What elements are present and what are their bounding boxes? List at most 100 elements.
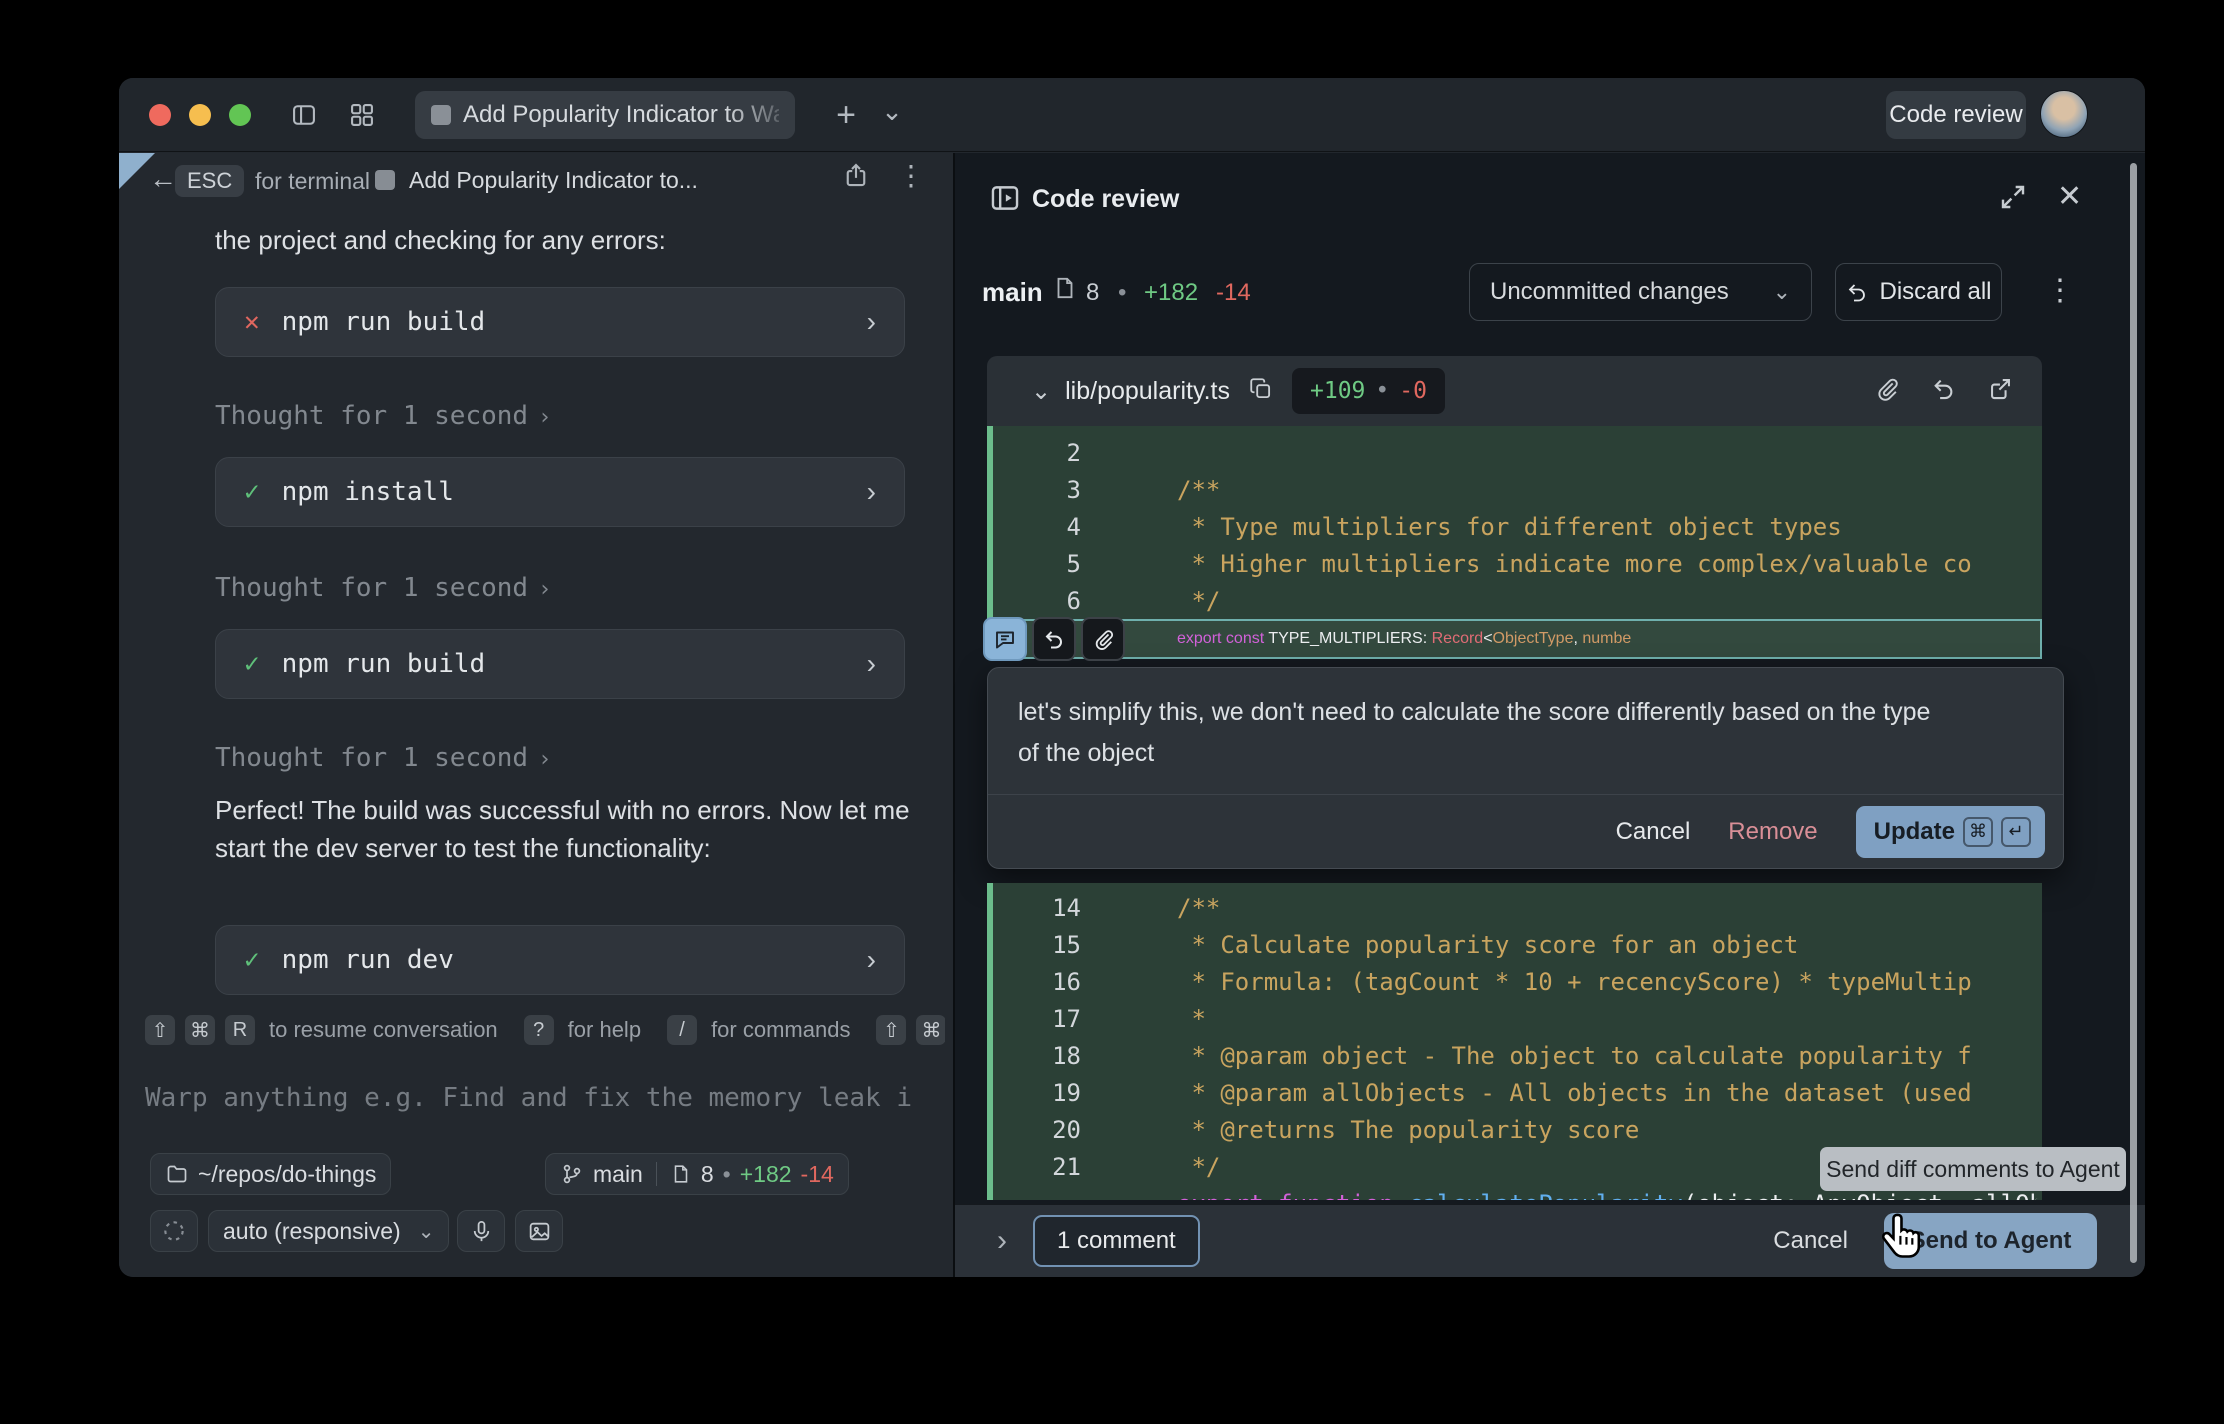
command-block-npm-run-build-failed[interactable]: ✕ npm run build › xyxy=(215,287,905,357)
code-text: * @param allObjects - All objects in the… xyxy=(1177,1079,1972,1107)
code-line[interactable]: 16 * Formula: (tagCount * 10 + recencySc… xyxy=(993,963,2042,1000)
thought-row[interactable]: Thought for 1 second› xyxy=(215,743,551,773)
model-selector-dropdown[interactable]: auto (responsive) ⌄ xyxy=(208,1210,449,1252)
revert-line-button[interactable] xyxy=(1032,617,1076,661)
comment-update-button[interactable]: Update ⌘ ↵ xyxy=(1856,806,2045,858)
copy-path-icon[interactable] xyxy=(1248,376,1274,407)
hint-label: to resume conversation xyxy=(269,1017,498,1043)
collapse-chevron-icon[interactable]: ⌄ xyxy=(1031,377,1051,406)
line-number: 14 xyxy=(993,894,1081,922)
expand-chevron-icon[interactable]: › xyxy=(867,306,876,338)
review-footer: › 1 comment Cancel Send to Agent xyxy=(955,1204,2145,1277)
code-line[interactable]: 3/** xyxy=(993,471,2042,508)
expand-panel-icon[interactable] xyxy=(1997,181,2029,218)
attach-line-button[interactable] xyxy=(1081,617,1125,661)
spinner-icon xyxy=(161,1218,187,1244)
comment-bubble-button[interactable] xyxy=(983,617,1027,661)
file-header[interactable]: ⌄ lib/popularity.ts +109 • -0 xyxy=(987,356,2042,426)
discard-all-button[interactable]: Discard all xyxy=(1835,263,2002,321)
zoom-window-button[interactable] xyxy=(229,104,251,126)
commented-code-line[interactable]: export const TYPE_MULTIPLIERS: Record<Ob… xyxy=(993,619,2042,659)
terminal-pane: ← ESC for terminal Add Popularity Indica… xyxy=(119,153,953,1277)
thought-chevron-icon: › xyxy=(538,405,551,430)
line-number: 4 xyxy=(993,513,1081,541)
more-options-icon[interactable]: ⋮ xyxy=(2045,273,2075,308)
changes-filter-dropdown[interactable]: Uncommitted changes ⌄ xyxy=(1469,263,1812,321)
branch-label: main xyxy=(593,1161,643,1188)
minimize-window-button[interactable] xyxy=(189,104,211,126)
code-line[interactable]: 4 * Type multipliers for different objec… xyxy=(993,508,2042,545)
cmd-key-icon: ⌘ xyxy=(916,1015,945,1045)
grid-view-icon[interactable] xyxy=(345,99,379,131)
code-line[interactable]: 6 */ xyxy=(993,582,2042,619)
thought-row[interactable]: Thought for 1 second› xyxy=(215,401,551,431)
slash-key-icon: / xyxy=(667,1015,697,1045)
code-line[interactable]: 20 * @returns The popularity score xyxy=(993,1111,2042,1148)
additions-count: +182 xyxy=(740,1161,792,1188)
back-icon[interactable]: ← xyxy=(149,163,177,195)
share-icon[interactable] xyxy=(841,161,871,196)
comment-cancel-button[interactable]: Cancel xyxy=(1616,818,1691,846)
code-line[interactable]: 5 * Higher multipliers indicate more com… xyxy=(993,545,2042,582)
thought-row[interactable]: Thought for 1 second› xyxy=(215,573,551,603)
expand-chevron-icon[interactable]: › xyxy=(867,648,876,680)
command-block-npm-run-dev[interactable]: ✓ npm run dev › xyxy=(215,925,905,995)
deletions-count: -14 xyxy=(801,1161,834,1188)
comment-text-input[interactable]: let's simplify this, we don't need to ca… xyxy=(988,668,2063,794)
pointer-cursor xyxy=(1877,1211,1929,1263)
code-line[interactable]: 14 /** xyxy=(993,889,2042,926)
code-review-panel: Code review ✕ main 8 • +182 -14 Uncommit… xyxy=(953,153,2145,1277)
avatar[interactable] xyxy=(2040,90,2088,138)
command-block-npm-run-build[interactable]: ✓ npm run build › xyxy=(215,629,905,699)
microphone-button[interactable] xyxy=(457,1210,505,1252)
open-external-icon[interactable] xyxy=(1987,375,2014,407)
tab-list-chevron-icon[interactable]: ⌄ xyxy=(875,95,909,127)
dot-separator: • xyxy=(1118,279,1126,307)
success-icon: ✓ xyxy=(244,945,260,975)
code-line[interactable]: 17 * xyxy=(993,1000,2042,1037)
kebab-menu-icon[interactable]: ⋮ xyxy=(897,159,925,192)
branch-icon xyxy=(560,1162,584,1186)
command-input[interactable]: Warp anything e.g. Find and fix the memo… xyxy=(145,1083,935,1113)
cmd-key-icon: ⌘ xyxy=(185,1015,215,1045)
new-tab-button[interactable]: + xyxy=(829,99,863,131)
working-directory-pill[interactable]: ~/repos/do-things xyxy=(150,1153,391,1195)
sidebar-toggle-icon[interactable] xyxy=(287,99,321,131)
code-text: * Formula: (tagCount * 10 + recencyScore… xyxy=(1177,968,1972,996)
agent-spinner-button[interactable] xyxy=(150,1210,198,1252)
attach-image-button[interactable] xyxy=(515,1210,563,1252)
diff-added-block: 2 3/** 4 * Type multipliers for differen… xyxy=(987,426,2042,659)
close-window-button[interactable] xyxy=(149,104,171,126)
comments-chevron-icon[interactable]: › xyxy=(997,1224,1007,1258)
file-deletions: -0 xyxy=(1399,378,1427,404)
dot-separator: • xyxy=(1375,378,1389,404)
code-line[interactable]: 18 * @param object - The object to calcu… xyxy=(993,1037,2042,1074)
line-number: 6 xyxy=(993,587,1081,615)
branch-name: main xyxy=(982,277,1043,308)
code-line[interactable]: 2 xyxy=(993,434,2042,471)
attach-file-icon[interactable] xyxy=(1873,375,1900,407)
command-block-npm-install[interactable]: ✓ npm install › xyxy=(215,457,905,527)
line-number: 15 xyxy=(993,931,1081,959)
code-line[interactable]: 15 * Calculate popularity score for an o… xyxy=(993,926,2042,963)
comment-count-badge[interactable]: 1 comment xyxy=(1033,1215,1200,1267)
breadcrumb: Add Popularity Indicator to... xyxy=(409,167,698,194)
question-key-icon: ? xyxy=(524,1015,554,1045)
tab-add-popularity-indicator[interactable]: Add Popularity Indicator to Wa xyxy=(415,91,795,139)
git-status-pill[interactable]: main 8 • +182 -14 xyxy=(545,1153,849,1195)
code-review-titlebar-button[interactable]: Code review xyxy=(1886,91,2026,139)
code-line[interactable]: 19 * @param allObjects - All objects in … xyxy=(993,1074,2042,1111)
code-text: /** xyxy=(1177,894,1220,922)
footer-cancel-button[interactable]: Cancel xyxy=(1773,1227,1848,1255)
thought-label: Thought for 1 second xyxy=(215,573,528,603)
revert-file-icon[interactable] xyxy=(1930,375,1957,407)
expand-chevron-icon[interactable]: › xyxy=(867,944,876,976)
close-panel-icon[interactable]: ✕ xyxy=(2057,179,2082,214)
image-icon xyxy=(527,1219,552,1244)
code-text: * xyxy=(1177,1005,1206,1033)
comment-remove-button[interactable]: Remove xyxy=(1728,818,1817,846)
expand-chevron-icon[interactable]: › xyxy=(867,476,876,508)
code-text: export const TYPE_MULTIPLIERS: Record<Ob… xyxy=(1177,630,1631,648)
panel-scrollbar[interactable] xyxy=(2130,163,2137,1263)
thought-label: Thought for 1 second xyxy=(215,743,528,773)
